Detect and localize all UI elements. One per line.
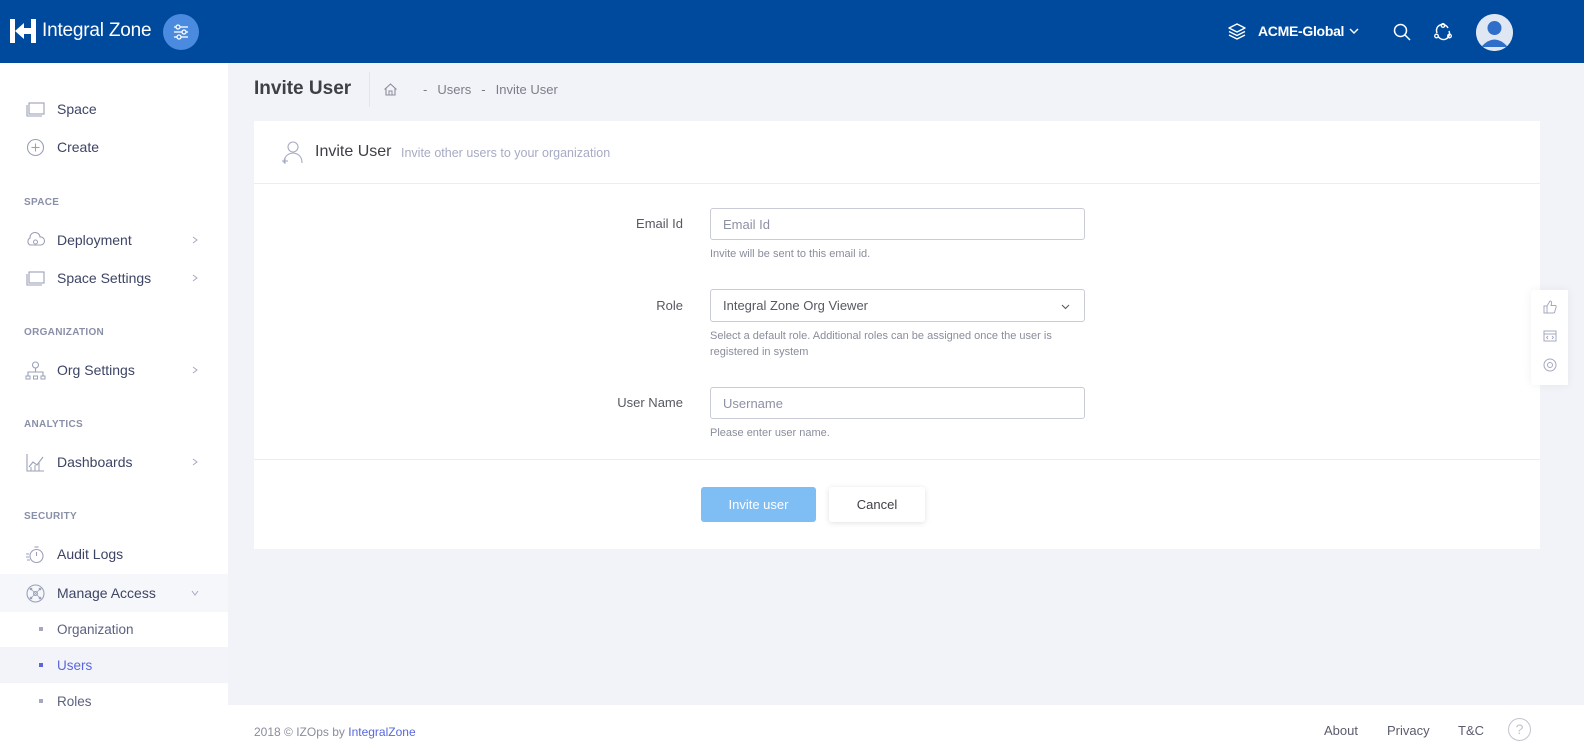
sidebar-item-label: Create [57, 139, 100, 155]
lifebuoy-icon[interactable] [1543, 358, 1557, 372]
bullet-icon [39, 663, 43, 667]
sidebar-item-label: Space Settings [57, 270, 152, 286]
top-header: Integral Zone ACME-Global [0, 0, 1584, 63]
quick-toolbar [1531, 290, 1568, 385]
sidebar-item-create[interactable]: Create [0, 128, 228, 166]
sidebar-item-space[interactable]: Space [0, 90, 228, 128]
email-label: Email Id [636, 216, 683, 231]
sidebar-item-label: Space [57, 101, 97, 117]
sidebar-item-space-settings[interactable]: Space Settings [0, 259, 228, 297]
footer-link-about[interactable]: About [1324, 723, 1358, 738]
footer-link-tc[interactable]: T&C [1458, 723, 1484, 738]
space-icon [26, 101, 45, 117]
sidebar-item-label: Deployment [57, 232, 132, 248]
breadcrumb: - Users - Invite User [423, 82, 558, 97]
page-footer: 2018 © IZOps by IntegralZone About Priva… [228, 705, 1584, 749]
chevron-right-icon [192, 366, 198, 374]
role-help-text: Select a default role. Additional roles … [710, 330, 1052, 358]
chevron-down-icon [1349, 28, 1359, 34]
copyright-text: 2018 © IZOps by [254, 725, 345, 739]
copyright: 2018 © IZOps by IntegralZone [254, 725, 416, 739]
page-title: Invite User [254, 78, 352, 99]
sidebar-subitem-label: Organization [57, 621, 134, 637]
user-avatar-icon [1476, 14, 1513, 51]
network-icon [26, 583, 45, 603]
org-chart-icon [25, 360, 46, 379]
space-settings-icon [26, 270, 45, 286]
user-avatar[interactable] [1476, 14, 1513, 51]
sidebar-subitem-roles[interactable]: Roles [0, 683, 228, 719]
home-icon[interactable] [383, 82, 398, 97]
chart-icon [26, 453, 44, 472]
chevron-right-icon [192, 458, 198, 466]
email-field[interactable] [710, 208, 1085, 240]
section-security: SECURITY [24, 511, 77, 522]
bullet-icon [39, 627, 43, 631]
layers-icon [1228, 23, 1246, 40]
portlet-title: Invite User [315, 143, 392, 160]
username-label: User Name [617, 395, 683, 410]
brand-name: Integral Zone [42, 20, 152, 41]
invite-user-portlet: Invite User Invite other users to your o… [254, 121, 1540, 549]
chevron-down-icon [191, 590, 199, 596]
help-icon[interactable]: ? [1508, 718, 1531, 741]
invite-user-button[interactable]: Invite user [701, 487, 816, 522]
sidebar-subitem-label: Roles [57, 693, 92, 709]
search-icon[interactable] [1392, 22, 1412, 42]
role-selected-value: Integral Zone Org Viewer [723, 298, 868, 313]
add-user-icon [282, 141, 303, 164]
sidebar-item-manage-access[interactable]: Manage Access [0, 574, 228, 612]
portlet-description: Invite other users to your organization [401, 146, 611, 160]
section-analytics: ANALYTICS [24, 419, 84, 430]
subheader-divider [369, 72, 370, 107]
sidebar-item-label: Manage Access [57, 585, 156, 601]
breadcrumb-users[interactable]: Users [437, 82, 471, 97]
username-help-text: Please enter user name. [710, 427, 830, 439]
sync-icon[interactable] [1433, 22, 1453, 42]
breadcrumb-separator: - [481, 82, 486, 97]
sidebar-item-label: Audit Logs [57, 546, 124, 562]
sidebar-item-label: Org Settings [57, 362, 135, 378]
sidebar-item-deployment[interactable]: Deployment [0, 221, 228, 259]
email-help-text: Invite will be sent to this email id. [710, 248, 871, 260]
integralzone-link[interactable]: IntegralZone [348, 725, 415, 739]
cancel-button[interactable]: Cancel [829, 487, 925, 522]
chevron-down-icon [1061, 304, 1070, 310]
breadcrumb-invite-user[interactable]: Invite User [496, 82, 558, 97]
footer-link-privacy[interactable]: Privacy [1387, 723, 1430, 738]
form-footer-divider [254, 459, 1540, 460]
username-field[interactable] [710, 387, 1085, 419]
section-space: SPACE [24, 197, 60, 208]
sidebar-subitem-users[interactable]: Users [0, 647, 228, 683]
thumbs-up-icon[interactable] [1543, 300, 1557, 314]
cloud-icon [27, 231, 46, 246]
bullet-icon [39, 699, 43, 703]
code-icon[interactable] [1543, 329, 1557, 343]
breadcrumb-separator: - [423, 82, 428, 97]
sliders-icon [174, 24, 188, 40]
integral-zone-logo-icon [10, 19, 36, 43]
role-select[interactable]: Integral Zone Org Viewer [710, 289, 1085, 322]
org-switcher[interactable]: ACME-Global [1228, 22, 1360, 40]
menu-toggle-button[interactable] [163, 14, 199, 50]
sidebar-subitem-organization[interactable]: Organization [0, 611, 228, 647]
chevron-right-icon [192, 236, 198, 244]
section-organization: ORGANIZATION [24, 327, 105, 338]
role-label: Role [656, 298, 683, 313]
portlet-header: Invite User Invite other users to your o… [254, 121, 1540, 184]
sidebar-item-audit-logs[interactable]: Audit Logs [0, 535, 228, 573]
brand-logo[interactable]: Integral Zone [10, 17, 152, 45]
sidebar-item-dashboards[interactable]: Dashboards [0, 443, 228, 481]
chevron-right-icon [192, 274, 198, 282]
sidebar-item-org-settings[interactable]: Org Settings [0, 351, 228, 389]
plus-circle-icon [26, 138, 45, 156]
org-name: ACME-Global [1258, 23, 1345, 39]
stopwatch-icon [26, 545, 44, 563]
sidebar: Space Create SPACE Deployment Space Sett… [0, 63, 228, 749]
sidebar-item-label: Dashboards [57, 454, 133, 470]
sidebar-subitem-label: Users [57, 657, 93, 673]
